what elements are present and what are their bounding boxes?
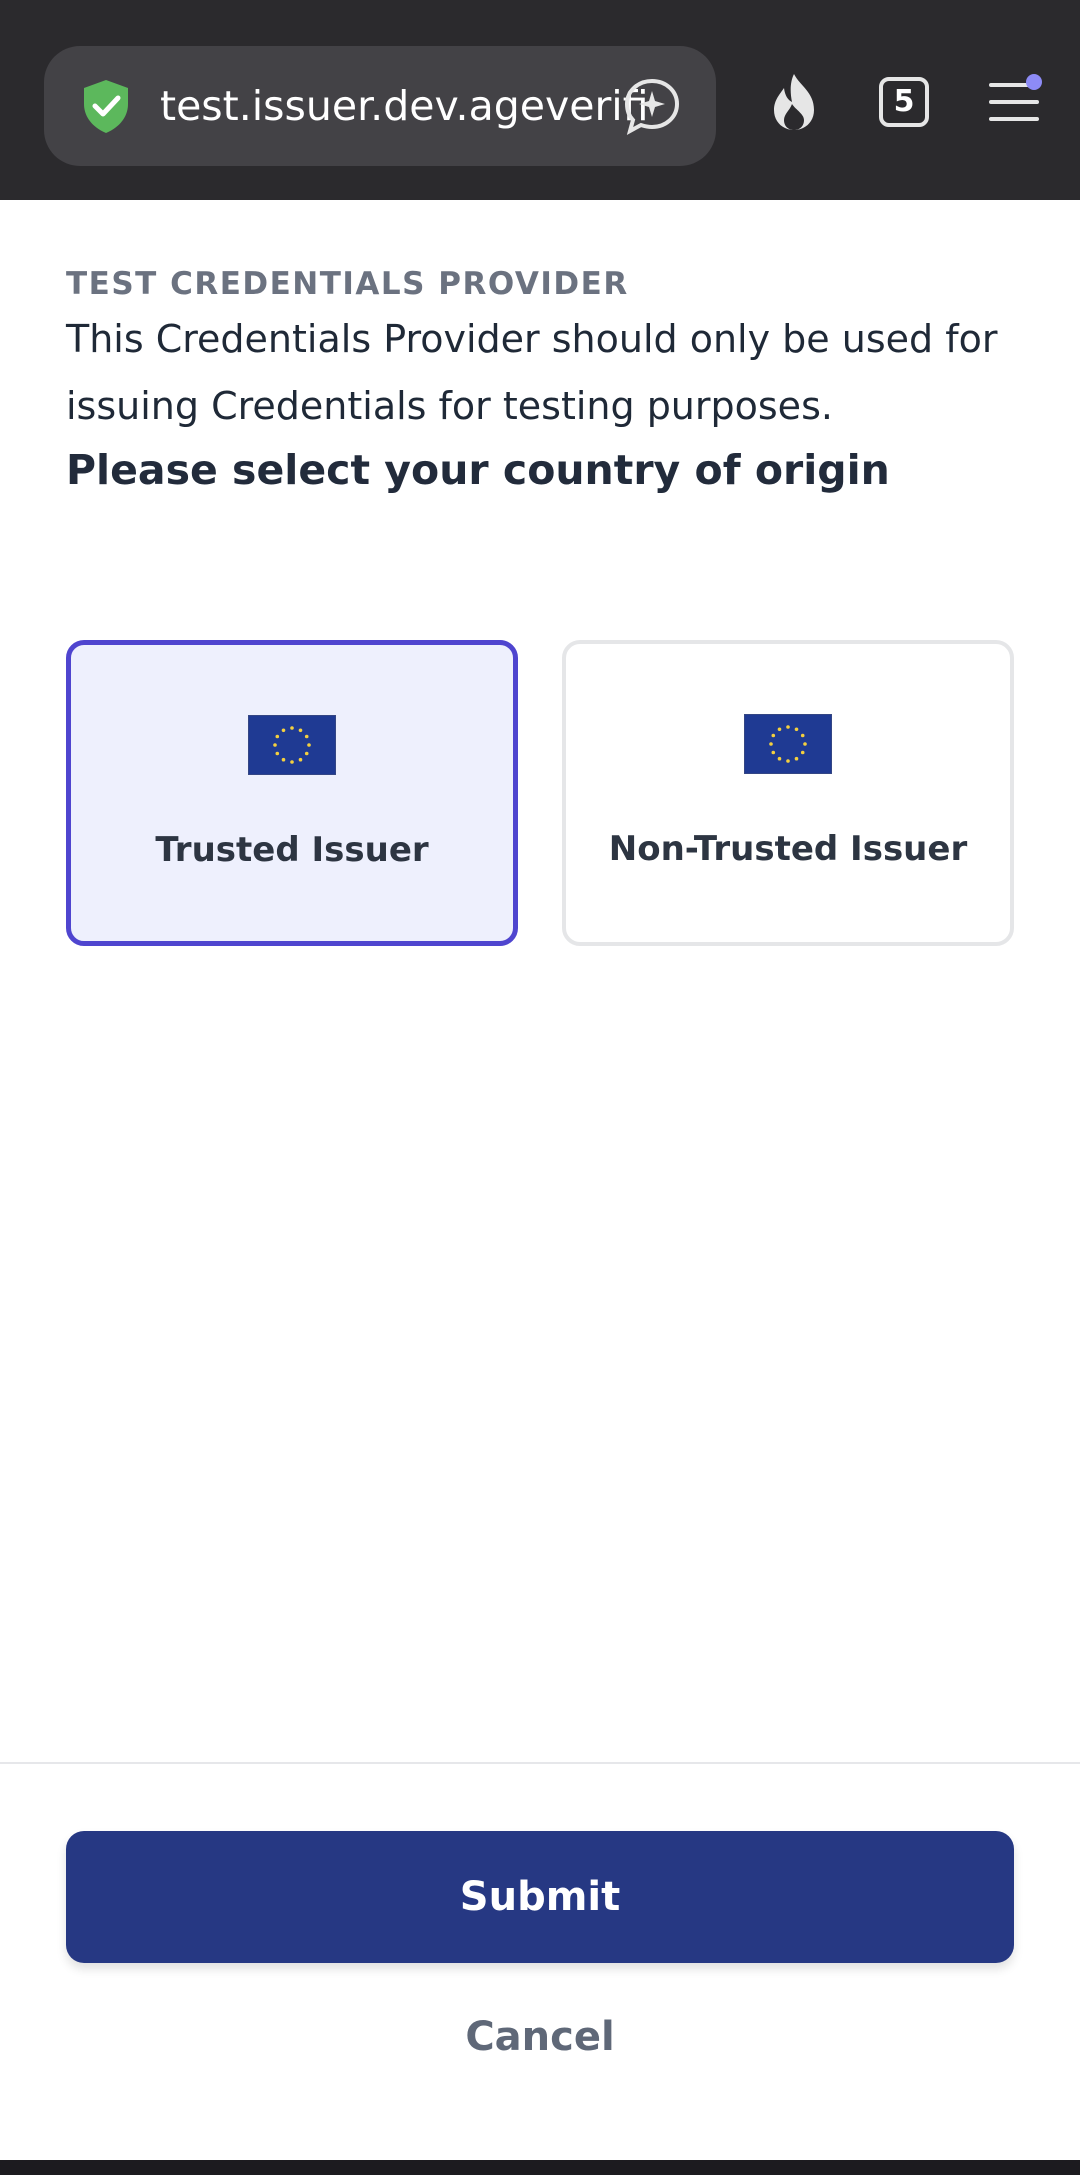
- address-bar[interactable]: test.issuer.dev.ageverification: [44, 46, 716, 166]
- fire-icon[interactable]: [762, 70, 826, 134]
- flag-star: [786, 759, 790, 763]
- flag-star: [777, 756, 782, 761]
- flag-star: [304, 751, 309, 756]
- flag-star: [769, 742, 773, 746]
- flag-star: [275, 734, 280, 739]
- provider-description: This Credentials Provider should only be…: [66, 317, 998, 428]
- tab-count: 5: [879, 77, 929, 127]
- flag-star: [298, 757, 303, 762]
- submit-button[interactable]: Submit: [66, 1831, 1014, 1963]
- browser-toolbar: test.issuer.dev.ageverification 5: [0, 0, 1080, 200]
- tabs-counter-icon[interactable]: 5: [872, 70, 936, 134]
- page: test.issuer.dev.ageverification 5 TEST C: [0, 0, 1080, 2175]
- flag-star: [304, 734, 309, 739]
- flag-star: [275, 751, 280, 756]
- flag-star: [771, 750, 776, 755]
- option-label: Non-Trusted Issuer: [608, 829, 968, 869]
- flag-star: [298, 728, 303, 733]
- hamburger-menu-icon[interactable]: [982, 70, 1046, 134]
- flag-star: [281, 757, 286, 762]
- option-label: Trusted Issuer: [155, 830, 429, 870]
- flag-star: [803, 742, 807, 746]
- country-prompt: Please select your country of origin: [66, 446, 890, 494]
- flag-star: [771, 733, 776, 738]
- section-eyebrow: TEST CREDENTIALS PROVIDER: [66, 266, 629, 302]
- menu-notification-dot: [1026, 74, 1042, 90]
- flag-star: [281, 728, 286, 733]
- flag-star: [290, 760, 294, 764]
- flag-star: [794, 756, 799, 761]
- flag-star: [800, 733, 805, 738]
- flag-star: [307, 743, 311, 747]
- option-non-trusted-issuer[interactable]: Non-Trusted Issuer: [562, 640, 1014, 946]
- system-nav-bar: [0, 2160, 1080, 2175]
- sparkle-chat-icon[interactable]: [622, 76, 682, 136]
- flag-star: [794, 727, 799, 732]
- flag-star: [777, 727, 782, 732]
- flag-star: [800, 750, 805, 755]
- flag-star: [786, 725, 790, 729]
- footer-divider: [0, 1762, 1080, 1764]
- eu-flag-icon: [248, 715, 336, 775]
- flag-star: [273, 743, 277, 747]
- eu-flag-icon: [744, 714, 832, 774]
- shield-check-icon[interactable]: [76, 76, 136, 136]
- flag-star: [290, 726, 294, 730]
- option-trusted-issuer[interactable]: Trusted Issuer: [66, 640, 518, 946]
- cancel-button[interactable]: Cancel: [340, 2005, 740, 2069]
- url-text[interactable]: test.issuer.dev.ageverification: [160, 46, 648, 166]
